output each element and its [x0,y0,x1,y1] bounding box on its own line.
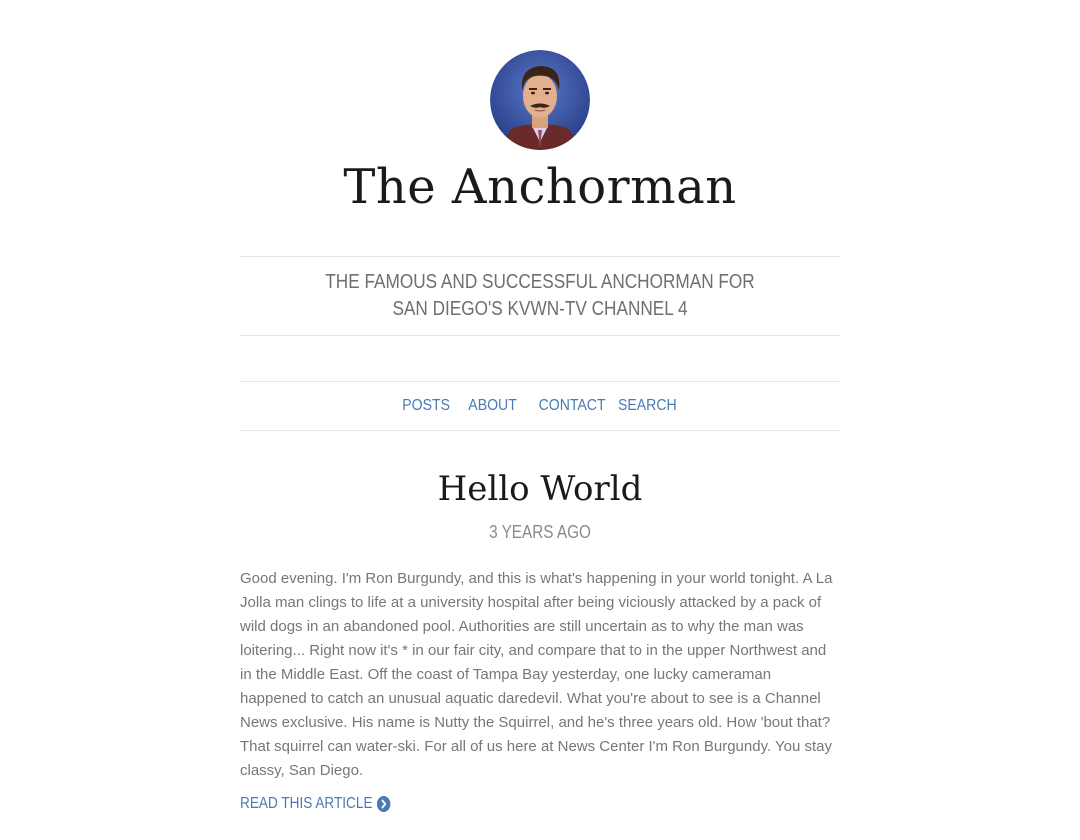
site-tagline: THE FAMOUS AND SUCCESSFUL ANCHORMAN FOR … [325,271,755,320]
nav-posts[interactable]: POSTS [400,397,451,415]
avatar-wrap [240,0,840,150]
post-date: 3 YEARS AGO [489,522,591,542]
read-more-link[interactable]: READ THIS ARTICLE [240,795,391,813]
nav-about[interactable]: ABOUT [467,397,519,415]
nav-search[interactable]: SEARCH [617,397,679,415]
post-title[interactable]: Hello World [240,467,840,511]
avatar[interactable] [490,50,590,150]
chevron-circle-right-icon [376,796,391,812]
site-title[interactable]: The Anchorman [240,160,840,214]
page: The Anchorman THE FAMOUS AND SUCCESSFUL … [240,0,840,813]
nav-contact[interactable]: CONTACT [537,397,608,415]
post-excerpt: Good evening. I'm Ron Burgundy, and this… [240,570,833,779]
main-nav: POSTS ABOUT CONTACT SEARCH [240,382,840,430]
read-more-label: READ THIS ARTICLE [240,795,373,812]
